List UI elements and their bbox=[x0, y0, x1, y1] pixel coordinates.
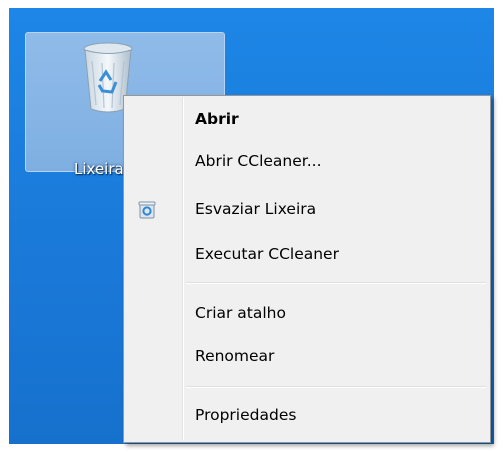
menu-item-label: Renomear bbox=[195, 347, 275, 365]
menu-separator bbox=[186, 386, 486, 388]
menu-item-esvaziar-lixeira[interactable]: Esvaziar Lixeira bbox=[126, 192, 488, 226]
context-menu: Abrir Abrir CCleaner... Esvaziar Lixeira… bbox=[123, 95, 491, 443]
menu-separator bbox=[186, 282, 486, 284]
menu-item-label: Propriedades bbox=[195, 406, 297, 424]
menu-item-label: Executar CCleaner bbox=[195, 245, 339, 263]
menu-item-abrir-ccleaner[interactable]: Abrir CCleaner... bbox=[126, 144, 488, 178]
menu-item-propriedades[interactable]: Propriedades bbox=[126, 398, 488, 432]
menu-item-label: Abrir bbox=[195, 110, 239, 128]
menu-item-label: Criar atalho bbox=[195, 304, 286, 322]
menu-item-renomear[interactable]: Renomear bbox=[126, 339, 488, 373]
recycle-bin-small-icon bbox=[138, 201, 156, 219]
menu-item-executar-ccleaner[interactable]: Executar CCleaner bbox=[126, 237, 488, 271]
menu-item-abrir[interactable]: Abrir bbox=[126, 102, 488, 136]
menu-item-label: Abrir CCleaner... bbox=[195, 152, 322, 170]
menu-item-criar-atalho[interactable]: Criar atalho bbox=[126, 296, 488, 330]
recycle-bin-label: Lixeira bbox=[74, 160, 124, 178]
menu-item-label: Esvaziar Lixeira bbox=[195, 200, 317, 218]
